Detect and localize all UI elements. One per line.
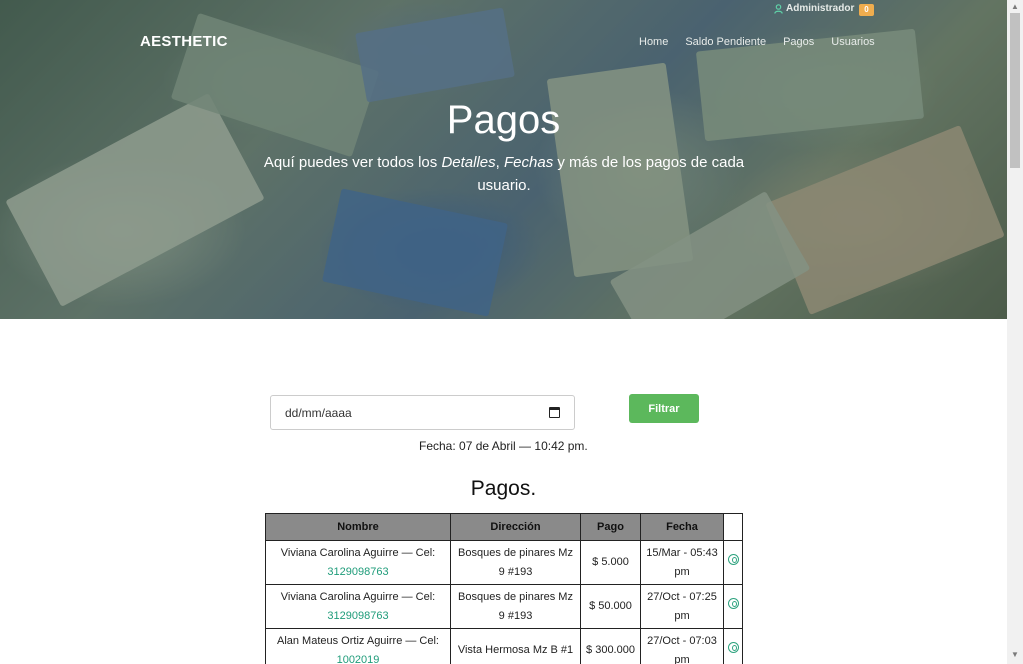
cell-pago: $ 5.000 — [580, 540, 641, 585]
nav-item-home[interactable]: Home — [639, 36, 668, 48]
payments-table: Nombre Dirección Pago Fecha Viviana Caro… — [265, 513, 743, 664]
cell-action — [723, 628, 743, 664]
nav-item-usuarios[interactable]: Usuarios — [831, 36, 874, 48]
user-icon — [774, 3, 783, 14]
cell-nombre: Viviana Carolina Aguirre — Cel: 312909876… — [265, 540, 451, 585]
admin-menu[interactable]: Administrador — [774, 3, 854, 14]
hero-banner: AESTHETIC Administrador 0 Home Saldo Pen… — [0, 0, 1007, 319]
header-pago: Pago — [580, 513, 641, 541]
date-filter-input[interactable]: dd/mm/aaaa — [270, 395, 575, 430]
table-row: Viviana Carolina Aguirre — Cel: 312909876… — [265, 540, 743, 585]
cell-pago: $ 300.000 — [580, 628, 641, 664]
main-nav: Home Saldo Pendiente Pagos Usuarios — [639, 36, 892, 48]
cell-action — [723, 540, 743, 585]
cell-direccion: Bosques de pinares Mz 9 #193 — [450, 584, 581, 629]
hero-subtitle: Aquí puedes ver todos los Detalles, Fech… — [263, 154, 745, 194]
scrollbar-thumb[interactable] — [1010, 13, 1020, 168]
table-header-row: Nombre Dirección Pago Fecha — [265, 513, 743, 541]
payment-icon[interactable] — [727, 642, 739, 653]
cell-direccion: Bosques de pinares Mz 9 #193 — [450, 540, 581, 585]
current-date-text: Fecha: 07 de Abril — 10:42 pm. — [419, 439, 588, 453]
table-row: Viviana Carolina Aguirre — Cel: 312909876… — [265, 584, 743, 629]
cell-fecha: 27/Oct - 07:03 pm — [640, 628, 724, 664]
nav-item-saldo-pendiente[interactable]: Saldo Pendiente — [685, 36, 766, 48]
scroll-up-arrow-icon[interactable]: ▲ — [1011, 2, 1019, 11]
header-nombre: Nombre — [265, 513, 451, 541]
filter-button[interactable]: Filtrar — [629, 394, 699, 423]
admin-label: Administrador — [786, 3, 855, 14]
phone-link[interactable]: 3129098763 — [327, 566, 388, 578]
cell-nombre: Viviana Carolina Aguirre — Cel: 312909876… — [265, 584, 451, 629]
date-placeholder: dd/mm/aaaa — [285, 405, 352, 420]
payment-icon[interactable] — [727, 598, 739, 609]
notification-badge[interactable]: 0 — [859, 4, 874, 16]
nav-item-pagos[interactable]: Pagos — [783, 36, 814, 48]
phone-link[interactable]: 1002019 — [337, 654, 380, 664]
table-row: Alan Mateus Ortiz Aguirre — Cel: 1002019 … — [265, 628, 743, 664]
page-title: Pagos — [446, 98, 561, 142]
section-title: Pagos. — [470, 477, 537, 500]
cell-fecha: 27/Oct - 07:25 pm — [640, 584, 724, 629]
cell-nombre: Alan Mateus Ortiz Aguirre — Cel: 1002019 — [265, 628, 451, 664]
cell-action — [723, 584, 743, 629]
phone-link[interactable]: 3129098763 — [327, 610, 388, 622]
header-actions — [723, 513, 743, 541]
cell-direccion: Vista Hermosa Mz B #1 — [450, 628, 581, 664]
header-direccion: Dirección — [450, 513, 581, 541]
cell-fecha: 15/Mar - 05:43 pm — [640, 540, 724, 585]
header-fecha: Fecha — [640, 513, 724, 541]
calendar-icon[interactable] — [549, 407, 560, 418]
brand-logo[interactable]: AESTHETIC — [140, 33, 228, 50]
scroll-down-arrow-icon[interactable]: ▼ — [1011, 650, 1019, 659]
cell-pago: $ 50.000 — [580, 584, 641, 629]
payment-icon[interactable] — [727, 554, 739, 565]
